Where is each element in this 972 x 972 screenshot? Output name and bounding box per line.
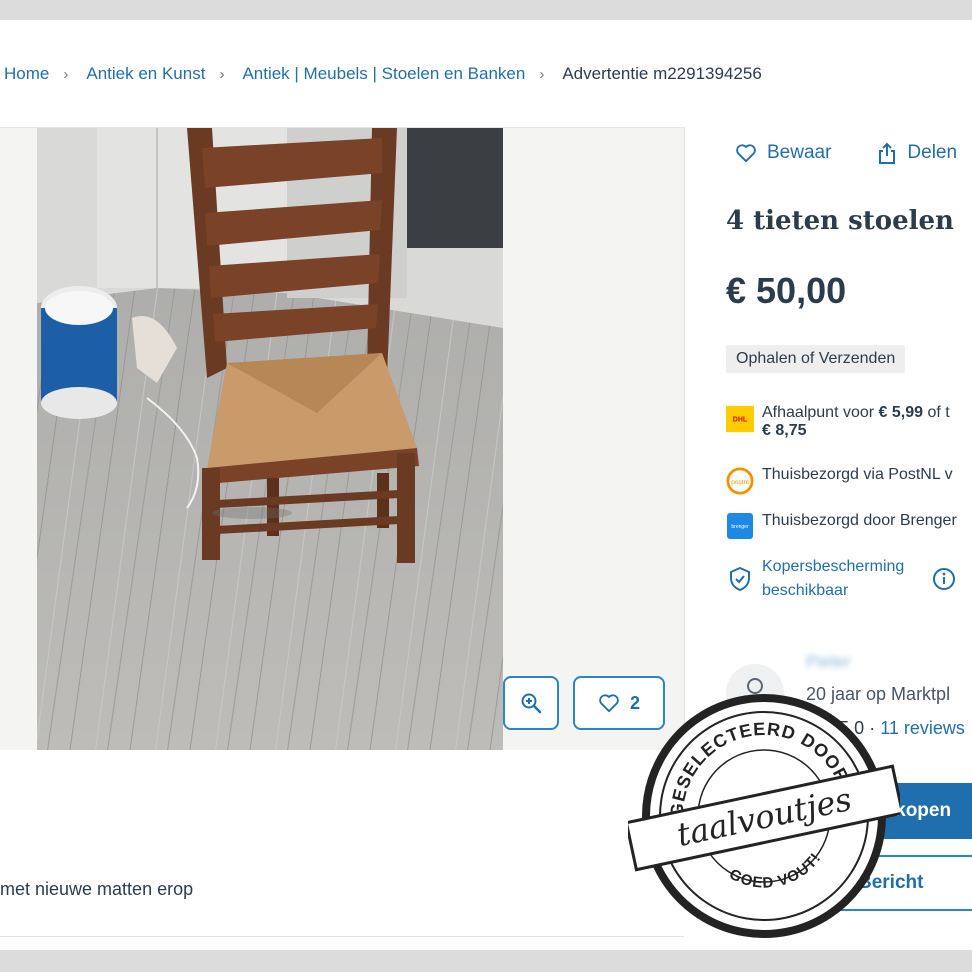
divider bbox=[0, 936, 684, 937]
reviews-link[interactable]: 11 reviews bbox=[880, 718, 965, 738]
save-label: Bewaar bbox=[767, 142, 832, 163]
heart-icon bbox=[736, 144, 756, 163]
breadcrumb-stoelen-en-banken[interactable]: Antiek | Meubels | Stoelen en Banken bbox=[242, 64, 525, 84]
buy-now-button[interactable]: Direct kopen bbox=[726, 783, 972, 839]
svg-text:DHL: DHL bbox=[733, 417, 748, 424]
buyer-protection: Kopersbescherming beschikbaar bbox=[726, 555, 956, 603]
photo-gallery: 2 bbox=[0, 127, 685, 750]
top-band bbox=[0, 0, 972, 20]
listing-price: € 50,00 bbox=[726, 270, 847, 311]
breadcrumb-current: Advertentie m2291394256 bbox=[562, 64, 762, 83]
chevron-right-icon: › bbox=[219, 65, 225, 83]
delivery-tag: Ophalen of Verzenden bbox=[726, 345, 906, 373]
buyer-protection-link[interactable]: Kopersbescherming beschikbaar bbox=[762, 555, 922, 603]
breadcrumb-antiek-en-kunst[interactable]: Antiek en Kunst bbox=[86, 64, 205, 84]
breadcrumb-home[interactable]: Home bbox=[4, 64, 49, 84]
share-icon bbox=[879, 142, 896, 164]
user-icon bbox=[742, 678, 768, 705]
bottom-band bbox=[0, 950, 972, 972]
message-button[interactable]: Bericht bbox=[726, 855, 972, 911]
dhl-logo-icon: DHL bbox=[726, 404, 754, 434]
listing-photo[interactable] bbox=[37, 128, 503, 750]
rating-value: 5.0 bbox=[839, 718, 865, 738]
chevron-right-icon: › bbox=[63, 65, 69, 83]
listing-title: 4 tieten stoelen bbox=[726, 206, 954, 236]
dhl-prefix: Afhaalpunt voor bbox=[762, 404, 875, 421]
shipping-option-postnl: postnl Thuisbezorgd via PostNL v bbox=[726, 466, 953, 496]
dhl-price-2: € 8,75 bbox=[762, 422, 807, 439]
buy-now-label: Direct kopen bbox=[836, 800, 952, 821]
chevron-right-icon: › bbox=[539, 65, 545, 83]
postnl-logo-icon: postnl bbox=[726, 466, 754, 496]
share-button[interactable]: Delen bbox=[877, 142, 957, 164]
favorite-count: 2 bbox=[629, 692, 640, 713]
listing-actions: Bewaar Delen bbox=[735, 142, 957, 164]
svg-text:brenger: brenger bbox=[731, 524, 749, 530]
star-icon: ★ bbox=[818, 718, 835, 738]
heart-icon bbox=[599, 694, 619, 713]
shield-icon bbox=[730, 566, 750, 592]
favorite-button[interactable]: 2 bbox=[573, 676, 665, 730]
zoom-in-icon bbox=[521, 693, 542, 714]
message-label: Bericht bbox=[858, 872, 924, 893]
shipping-option-dhl: DHL Afhaalpunt voor € 5,99 of t € 8,75 bbox=[726, 404, 950, 440]
seller-years: 20 jaar op Marktpl bbox=[806, 684, 951, 704]
brenger-text: Thuisbezorgd door Brenger bbox=[762, 512, 957, 529]
postnl-text: Thuisbezorgd via PostNL v bbox=[762, 466, 953, 483]
seller-name[interactable]: Pieter bbox=[806, 652, 850, 672]
breadcrumb: Home › Antiek en Kunst › Antiek | Meubel… bbox=[4, 64, 762, 84]
info-icon[interactable] bbox=[932, 567, 956, 591]
share-label: Delen bbox=[907, 142, 958, 163]
brenger-logo-icon: brenger bbox=[726, 512, 754, 540]
seller-rating: ★ 5.0 · 11 reviews bbox=[818, 718, 965, 738]
save-button[interactable]: Bewaar bbox=[735, 142, 831, 164]
description-text: met nieuwe matten erop bbox=[0, 879, 194, 899]
zoom-button[interactable] bbox=[503, 676, 559, 730]
svg-text:postnl: postnl bbox=[731, 479, 749, 486]
shipping-option-brenger: brenger Thuisbezorgd door Brenger bbox=[726, 512, 957, 540]
avatar[interactable] bbox=[726, 664, 784, 722]
dhl-price: € 5,99 bbox=[878, 404, 924, 421]
dhl-suffix: of t bbox=[927, 404, 950, 421]
